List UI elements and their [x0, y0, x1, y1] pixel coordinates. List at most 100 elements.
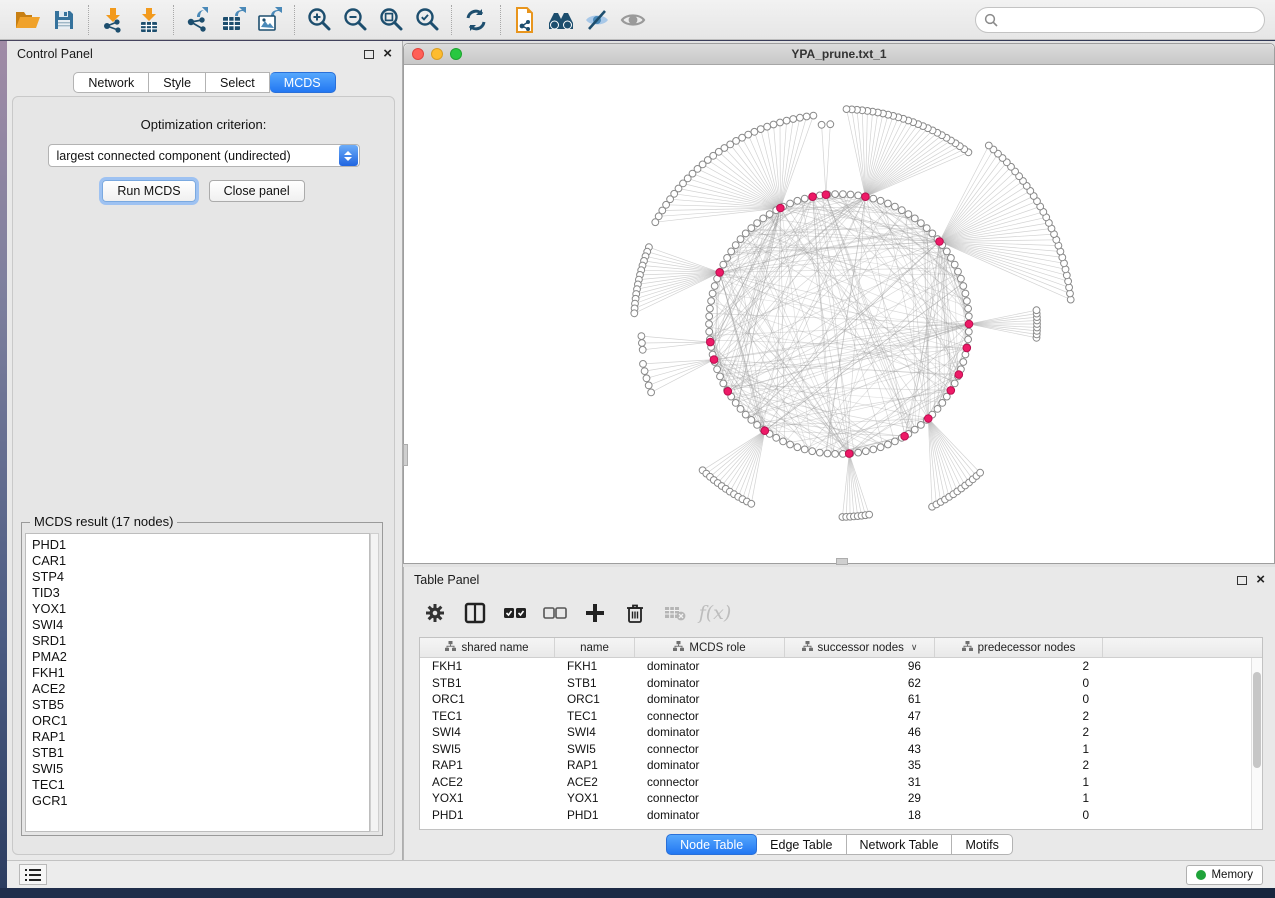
mcds-list-scrollbar[interactable] [370, 533, 379, 832]
scrollbar-thumb[interactable] [1253, 672, 1261, 768]
mcds-result-item[interactable]: SRD1 [32, 633, 369, 649]
table-scrollbar[interactable] [1251, 658, 1262, 829]
column-header-name[interactable]: name [555, 638, 635, 657]
network-window-title: YPA_prune.txt_1 [404, 47, 1274, 61]
close-panel-icon[interactable]: × [1256, 575, 1265, 585]
mcds-result-item[interactable]: STB5 [32, 697, 369, 713]
column-header-mcds-role[interactable]: MCDS role [635, 638, 785, 657]
column-header-predecessor-nodes[interactable]: predecessor nodes [935, 638, 1103, 657]
add-icon[interactable] [582, 600, 608, 626]
import-table-icon[interactable] [131, 3, 167, 37]
mcds-result-item[interactable]: SWI4 [32, 617, 369, 633]
mcds-result-item[interactable]: CAR1 [32, 553, 369, 569]
tab-motifs[interactable]: Motifs [952, 834, 1012, 855]
memory-button[interactable]: Memory [1186, 865, 1263, 885]
table-row[interactable]: STB1STB1dominator620 [420, 675, 1251, 692]
table-row[interactable]: PHD1PHD1dominator180 [420, 807, 1251, 824]
mcds-result-item[interactable]: ORC1 [32, 713, 369, 729]
cell-predecessor-nodes: 1 [935, 774, 1103, 791]
deselect-all-icon[interactable] [542, 600, 568, 626]
refresh-icon[interactable] [458, 3, 494, 37]
cell-shared-name: SWI5 [420, 741, 555, 758]
tab-network-table[interactable]: Network Table [847, 834, 953, 855]
network-window: YPA_prune.txt_1 [403, 43, 1275, 564]
task-history-button[interactable] [19, 864, 47, 885]
zoom-out-icon[interactable] [337, 3, 373, 37]
tab-select[interactable]: Select [206, 72, 270, 93]
criterion-dropdown[interactable]: largest connected component (undirected) [48, 144, 360, 167]
mcds-result-item[interactable]: YOX1 [32, 601, 369, 617]
table-row[interactable]: SWI5SWI5connector431 [420, 741, 1251, 758]
cell-mcds-role: dominator [635, 807, 785, 824]
export-network-icon[interactable] [180, 3, 216, 37]
column-type-icon [673, 641, 684, 654]
zoom-fit-icon[interactable] [373, 3, 409, 37]
close-panel-icon[interactable]: × [383, 49, 392, 59]
splitter-handle[interactable] [836, 558, 848, 565]
tab-style[interactable]: Style [149, 72, 206, 93]
export-table-icon[interactable] [216, 3, 252, 37]
export-image-icon[interactable] [252, 3, 288, 37]
tab-mcds[interactable]: MCDS [270, 72, 336, 93]
search-icon [984, 13, 998, 27]
network-graph[interactable] [404, 65, 1274, 563]
tab-edge-table[interactable]: Edge Table [757, 834, 846, 855]
column-header-shared-name[interactable]: shared name [420, 638, 555, 657]
save-session-icon[interactable] [46, 3, 82, 37]
hide-selection-icon[interactable] [579, 3, 615, 37]
run-mcds-button[interactable]: Run MCDS [102, 180, 195, 202]
network-from-selection-icon[interactable] [507, 3, 543, 37]
tab-node-table[interactable]: Node Table [666, 834, 757, 855]
table-row[interactable]: ACE2ACE2connector311 [420, 774, 1251, 791]
mcds-result-item[interactable]: FKH1 [32, 665, 369, 681]
import-network-icon[interactable] [95, 3, 131, 37]
table-row[interactable]: FKH1FKH1dominator962 [420, 658, 1251, 675]
show-column-icon[interactable] [462, 600, 488, 626]
cell-mcds-role: connector [635, 790, 785, 807]
network-window-titlebar[interactable]: YPA_prune.txt_1 [404, 44, 1274, 65]
table-row[interactable]: ORC1ORC1dominator610 [420, 691, 1251, 708]
tab-network[interactable]: Network [73, 72, 149, 93]
mcds-result-item[interactable]: PHD1 [32, 537, 369, 553]
control-panel-tabs: NetworkStyleSelectMCDS [7, 72, 402, 93]
table-row[interactable]: YOX1YOX1connector291 [420, 790, 1251, 807]
cell-shared-name: YOX1 [420, 790, 555, 807]
zoom-selected-icon[interactable] [409, 3, 445, 37]
mcds-result-item[interactable]: TID3 [32, 585, 369, 601]
find-icon[interactable] [543, 3, 579, 37]
node-table: shared namenameMCDS rolesuccessor nodes∨… [419, 637, 1263, 830]
mcds-result-item[interactable]: TEC1 [32, 777, 369, 793]
mcds-result-item[interactable]: SWI5 [32, 761, 369, 777]
table-row[interactable]: SWI4SWI4dominator462 [420, 724, 1251, 741]
mcds-result-item[interactable]: PMA2 [32, 649, 369, 665]
mcds-result-item[interactable]: GCR1 [32, 793, 369, 809]
select-all-icon[interactable] [502, 600, 528, 626]
mcds-result-list[interactable]: PHD1CAR1STP4TID3YOX1SWI4SRD1PMA2FKH1ACE2… [25, 533, 370, 832]
cell-successor-nodes: 61 [785, 691, 935, 708]
table-panel-titlebar: Table Panel × [404, 567, 1275, 593]
float-window-icon[interactable] [364, 50, 374, 59]
search-input[interactable] [1003, 13, 1256, 27]
mcds-result-item[interactable]: ACE2 [32, 681, 369, 697]
float-window-icon[interactable] [1237, 576, 1247, 585]
column-header-successor-nodes[interactable]: successor nodes∨ [785, 638, 935, 657]
mcds-result-item[interactable]: STB1 [32, 745, 369, 761]
show-all-icon[interactable] [615, 3, 651, 37]
search-box[interactable] [975, 7, 1265, 33]
table-row[interactable]: TEC1TEC1connector472 [420, 708, 1251, 725]
mcds-result-item[interactable]: RAP1 [32, 729, 369, 745]
cell-predecessor-nodes: 1 [935, 741, 1103, 758]
close-panel-button[interactable]: Close panel [209, 180, 305, 202]
delete-icon[interactable] [622, 600, 648, 626]
attributes-gear-icon[interactable] [422, 600, 448, 626]
toolbar-separator [500, 5, 501, 35]
open-file-icon[interactable] [10, 3, 46, 37]
optimization-criterion-label: Optimization criterion: [13, 117, 394, 132]
cell-predecessor-nodes: 2 [935, 757, 1103, 774]
network-view-canvas[interactable] [404, 65, 1274, 563]
cell-name: FKH1 [555, 658, 635, 675]
table-row[interactable]: RAP1RAP1dominator352 [420, 757, 1251, 774]
splitter-handle[interactable] [403, 444, 408, 466]
mcds-result-item[interactable]: STP4 [32, 569, 369, 585]
zoom-in-icon[interactable] [301, 3, 337, 37]
